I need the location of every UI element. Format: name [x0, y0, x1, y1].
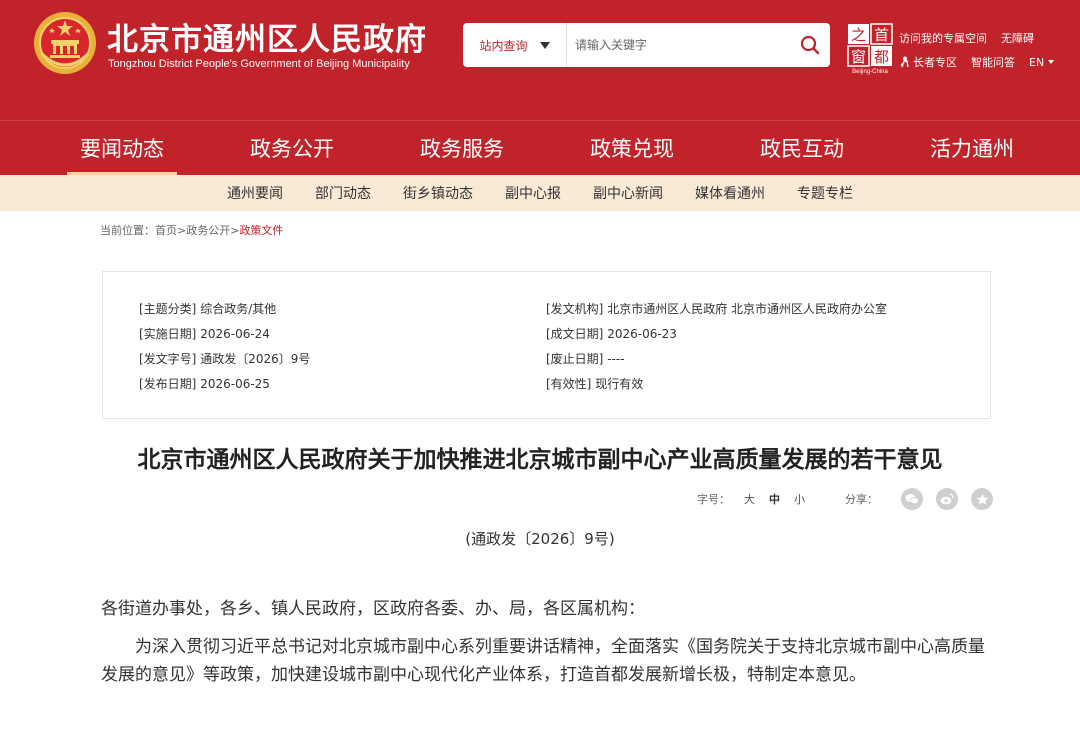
info-key: [主题分类]: [139, 302, 197, 316]
info-value: 2026-06-24: [200, 327, 270, 341]
info-effective-date: [实施日期] 2026-06-24: [139, 325, 270, 342]
subnav-item-township[interactable]: 街乡镇动态: [387, 183, 489, 203]
info-key: [有效性]: [546, 377, 592, 391]
chevron-down-icon: [539, 41, 550, 49]
info-key: [发文字号]: [139, 352, 197, 366]
top-links-row-2: 长者专区 智能问答 EN: [899, 54, 1055, 70]
nav-item-policy[interactable]: 政策兑现: [547, 121, 717, 175]
capital-logo-char-1: 之: [851, 26, 866, 44]
search-bar: 站内查询: [463, 23, 830, 67]
article-body: 各街道办事处，各乡、镇人民政府，区政府各委、办、局，各区属机构： 为深入贯彻习近…: [101, 595, 996, 699]
capital-logo-char-2: 首: [874, 26, 889, 44]
info-value: 2026-06-23: [607, 327, 677, 341]
elder-zone-link[interactable]: 长者专区: [913, 54, 957, 70]
subnav-item-subcenter-news[interactable]: 副中心新闻: [577, 183, 679, 203]
breadcrumb-gov-affairs[interactable]: 政务公开: [186, 224, 230, 237]
info-validity: [有效性] 现行有效: [546, 375, 643, 392]
font-size-medium-button[interactable]: 中: [769, 491, 780, 507]
article-tools: 字号： 大 中 小 分享：: [697, 488, 993, 510]
breadcrumb-sep: >: [177, 224, 187, 237]
search-input[interactable]: [575, 23, 785, 67]
accessibility-link[interactable]: 无障碍: [1001, 32, 1034, 45]
document-info-box: [主题分类] 综合政务/其他 [实施日期] 2026-06-24 [发文字号] …: [102, 271, 991, 419]
info-value: 通政发〔2026〕9号: [200, 352, 311, 366]
sub-nav: 通州要闻 部门动态 街乡镇动态 副中心报 副中心新闻 媒体看通州 专题专栏: [0, 175, 1080, 211]
national-emblem-icon[interactable]: [32, 10, 98, 76]
nav-item-news[interactable]: 要闻动态: [37, 121, 207, 175]
search-icon[interactable]: [798, 33, 822, 57]
info-key: [成文日期]: [546, 327, 604, 341]
main-nav: 要闻动态 政务公开 政务服务 政策兑现 政民互动 活力通州: [0, 120, 1080, 175]
wechat-icon[interactable]: [901, 488, 923, 510]
nav-item-interaction[interactable]: 政民互动: [717, 121, 887, 175]
search-scope-label: 站内查询: [479, 38, 528, 53]
share-label: 分享：: [845, 493, 878, 506]
language-switch[interactable]: EN: [1029, 55, 1055, 69]
document-number: (通政发〔2026〕9号): [465, 530, 615, 548]
nav-item-services[interactable]: 政务服务: [377, 121, 547, 175]
info-value: 现行有效: [595, 377, 644, 391]
capital-logo-char-4: 都: [874, 48, 889, 66]
language-label: EN: [1029, 55, 1045, 69]
subnav-item-tongzhou-news[interactable]: 通州要闻: [211, 183, 299, 203]
subnav-item-media[interactable]: 媒体看通州: [679, 183, 781, 203]
info-value: 2026-06-25: [200, 377, 270, 391]
font-size-label: 字号：: [697, 493, 730, 506]
my-space-link[interactable]: 访问我的专属空间: [899, 32, 987, 45]
capital-window-logo[interactable]: 之 首 窗 都 Beijing-China: [845, 23, 895, 75]
nav-item-gov-affairs[interactable]: 政务公开: [207, 121, 377, 175]
info-topic: [主题分类] 综合政务/其他: [139, 300, 276, 317]
font-size-large-button[interactable]: 大: [744, 491, 755, 507]
favorite-icon[interactable]: [971, 488, 993, 510]
article-paragraph: 各街道办事处，各乡、镇人民政府，区政府各委、办、局，各区属机构：: [101, 599, 645, 619]
breadcrumb: 当前位置：首页>政务公开>政策文件: [100, 222, 283, 238]
info-key: [发文机构]: [546, 302, 604, 316]
article-paragraph: 为深入贯彻习近平总书记对北京城市副中心系列重要讲话精神，全面落实《国务院关于支持…: [101, 637, 985, 685]
info-value: 综合政务/其他: [200, 302, 277, 316]
nav-item-tongzhou[interactable]: 活力通州: [887, 121, 1057, 175]
capital-logo-char-3: 窗: [851, 48, 866, 66]
info-value: 北京市通州区人民政府 北京市通州区人民政府办公室: [607, 302, 888, 316]
search-scope-dropdown[interactable]: 站内查询: [463, 23, 567, 67]
article-title: 北京市通州区人民政府关于加快推进北京城市副中心产业高质量发展的若干意见: [137, 447, 943, 473]
info-key: [发布日期]: [139, 377, 197, 391]
info-publish-date: [发布日期] 2026-06-25: [139, 375, 270, 392]
info-repeal-date: [废止日期] ----: [546, 350, 625, 367]
weibo-icon[interactable]: [936, 488, 958, 510]
subnav-item-department[interactable]: 部门动态: [299, 183, 387, 203]
font-size-small-button[interactable]: 小: [794, 491, 805, 507]
site-subtitle-en: Tongzhou District People's Government of…: [108, 58, 410, 70]
elder-icon: [900, 56, 909, 68]
top-links-row: 访问我的专属空间 无障碍: [899, 30, 1034, 46]
breadcrumb-policy-docs[interactable]: 政策文件: [239, 224, 283, 237]
capital-logo-caption: Beijing-China: [852, 69, 888, 75]
info-issuer: [发文机构] 北京市通州区人民政府 北京市通州区人民政府办公室: [546, 300, 887, 317]
info-written-date: [成文日期] 2026-06-23: [546, 325, 677, 342]
info-value: ----: [607, 352, 625, 366]
breadcrumb-prefix: 当前位置：: [100, 224, 155, 237]
site-title[interactable]: 北京市通州区人民政府: [107, 14, 427, 59]
info-doc-number: [发文字号] 通政发〔2026〕9号: [139, 350, 310, 367]
site-header: 北京市通州区人民政府 Tongzhou District People's Go…: [0, 0, 1080, 120]
info-key: [废止日期]: [546, 352, 604, 366]
subnav-item-subcenter-paper[interactable]: 副中心报: [489, 183, 577, 203]
info-key: [实施日期]: [139, 327, 197, 341]
breadcrumb-home[interactable]: 首页: [155, 224, 177, 237]
subnav-item-topics[interactable]: 专题专栏: [781, 183, 869, 203]
chevron-down-icon: [1048, 60, 1055, 64]
smart-qa-link[interactable]: 智能问答: [971, 54, 1015, 70]
